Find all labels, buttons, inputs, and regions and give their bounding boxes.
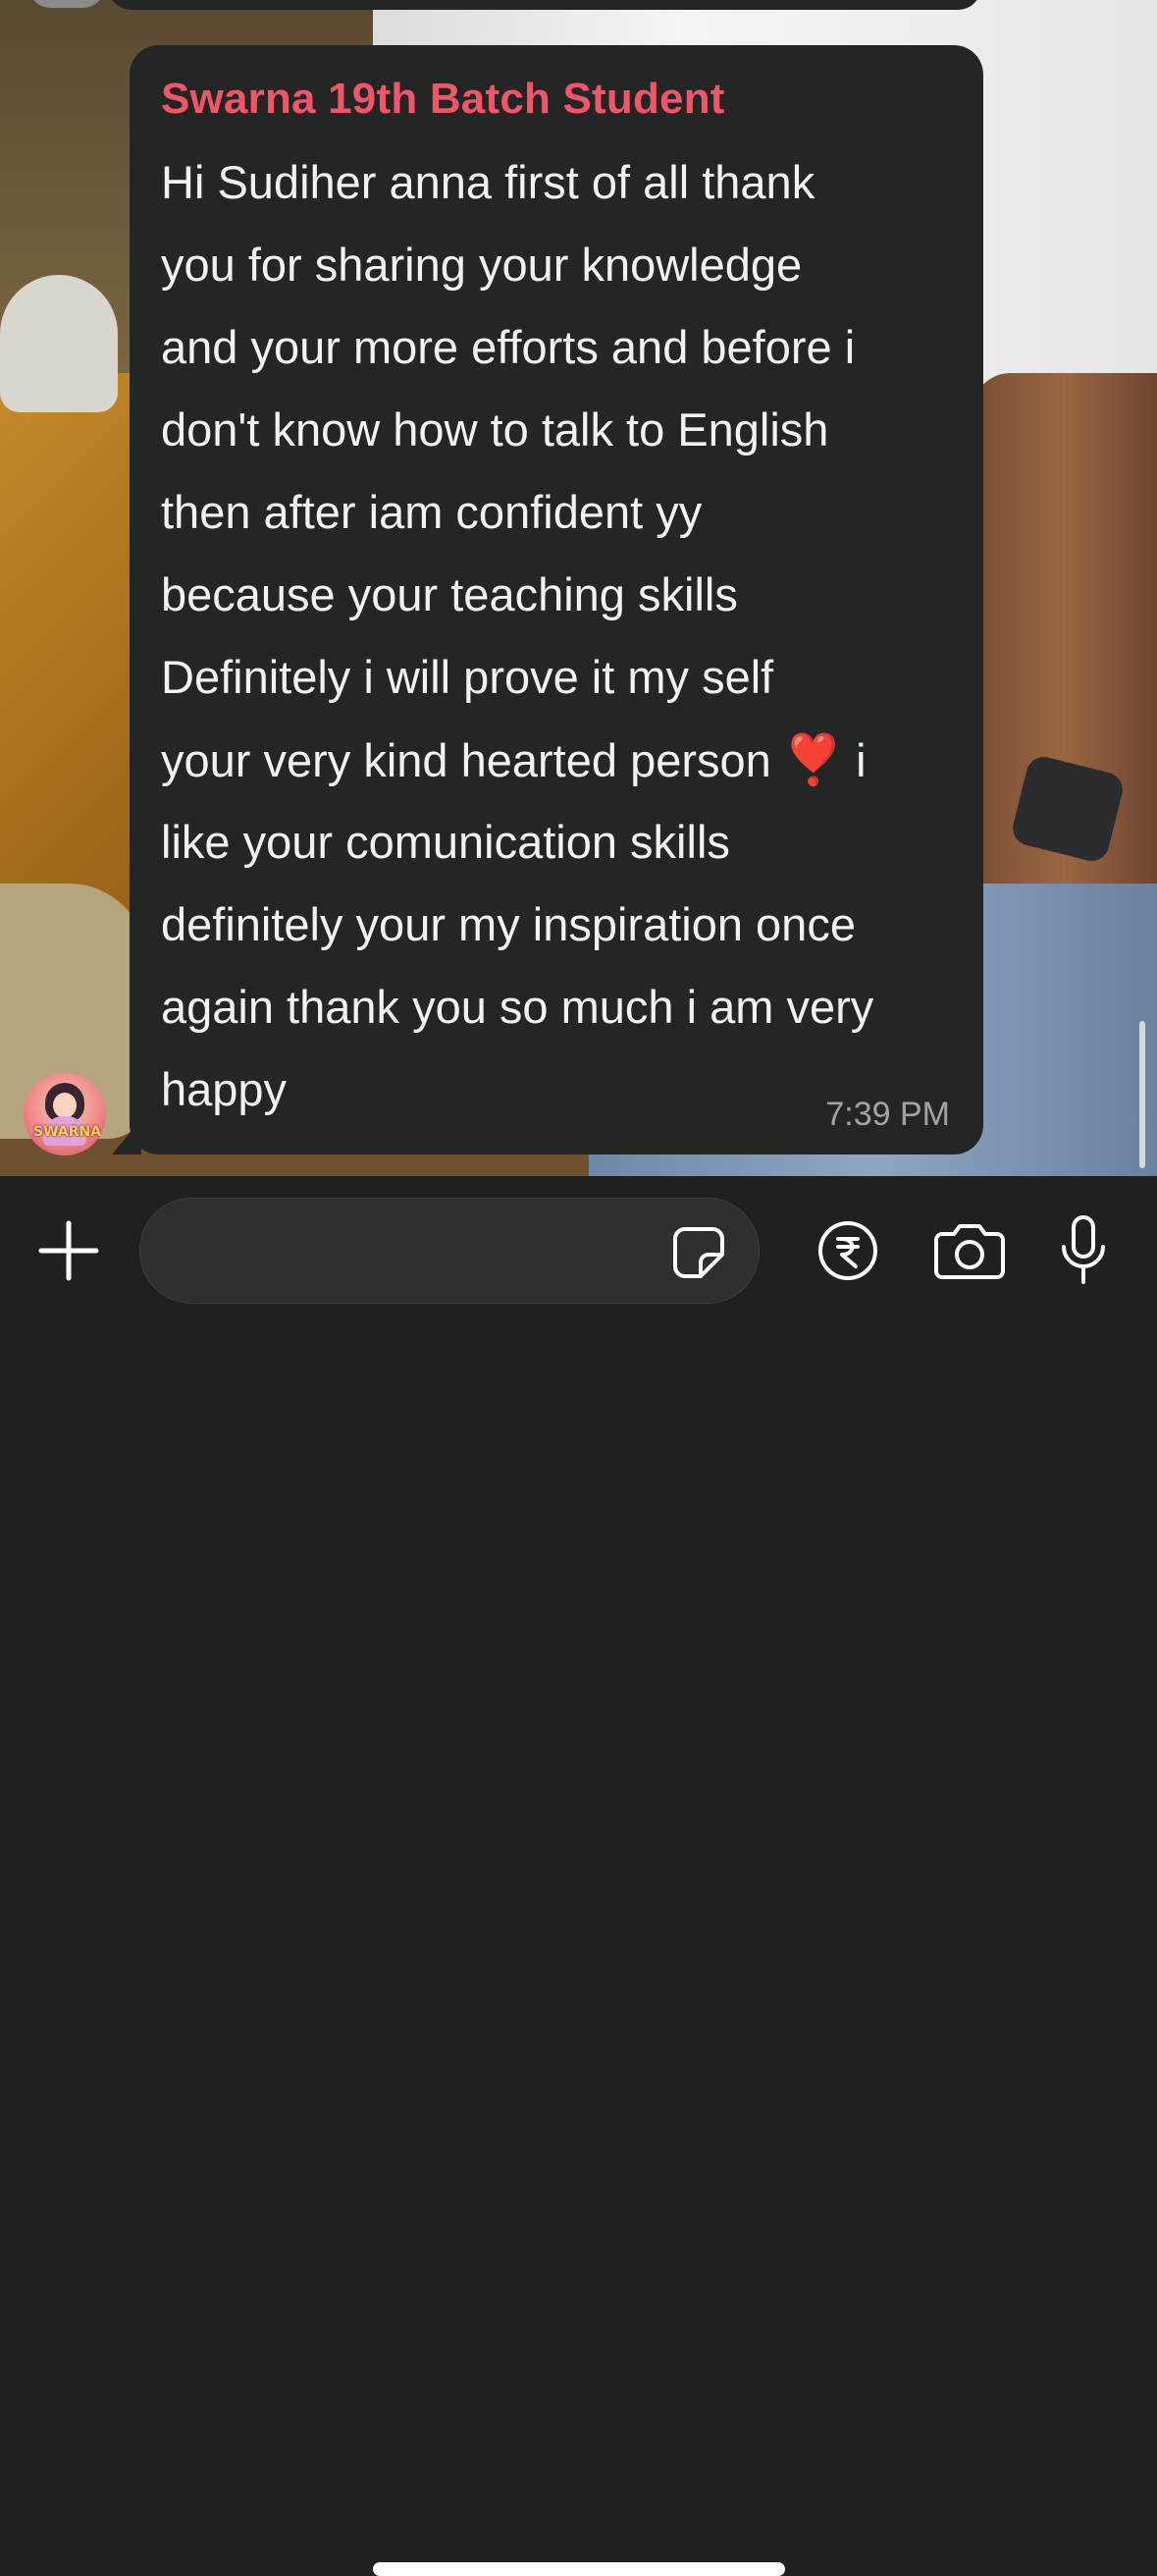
chat-wallpaper: Swarna 19th Batch Student Hi Sudiher ann… bbox=[0, 0, 1157, 1176]
message-line: and your more efforts and before i bbox=[161, 321, 856, 373]
message-line-with-emoji: your very kind hearted person ❣️ i bbox=[161, 719, 966, 801]
heart-emoji-icon: ❣️ bbox=[782, 732, 845, 787]
scrollbar[interactable] bbox=[1139, 1021, 1145, 1168]
avatar-label: SWARNA bbox=[33, 1124, 102, 1140]
message-composer bbox=[0, 1176, 1157, 2576]
message-timestamp: 7:39 PM bbox=[825, 1096, 950, 1133]
message-line: because your teaching skills bbox=[161, 568, 738, 620]
message-line: don't know how to talk to English bbox=[161, 403, 829, 456]
message-line: Hi Sudiher anna first of all thank bbox=[161, 156, 815, 208]
plus-icon[interactable] bbox=[33, 1215, 104, 1286]
message-line-text: your very kind hearted person bbox=[161, 734, 771, 786]
message-text: Hi Sudiher anna first of all thank you f… bbox=[161, 141, 966, 1131]
message-line: Definitely i will prove it my self bbox=[161, 651, 774, 703]
home-indicator[interactable] bbox=[373, 2562, 785, 2576]
message-line: definitely your my inspiration once bbox=[161, 898, 856, 950]
message-bubble[interactable]: Swarna 19th Batch Student Hi Sudiher ann… bbox=[130, 45, 983, 1154]
previous-avatar bbox=[27, 0, 106, 8]
mic-icon[interactable] bbox=[1058, 1213, 1109, 1288]
sender-name[interactable]: Swarna 19th Batch Student bbox=[161, 75, 725, 124]
message-line: then after iam confident yy bbox=[161, 486, 703, 538]
message-input[interactable] bbox=[139, 1198, 760, 1304]
rupee-icon[interactable] bbox=[816, 1219, 879, 1282]
previous-message-bubble[interactable] bbox=[108, 0, 981, 10]
sticker-icon[interactable] bbox=[670, 1224, 727, 1281]
message-line-suffix: i bbox=[856, 734, 867, 786]
camera-icon[interactable] bbox=[932, 1219, 1007, 1282]
message-line: again thank you so much i am very bbox=[161, 981, 874, 1033]
avatar-face bbox=[53, 1093, 77, 1118]
message-line: like your comunication skills bbox=[161, 816, 730, 868]
message-line: you for sharing your knowledge bbox=[161, 239, 803, 291]
wallpaper-chair bbox=[0, 275, 118, 412]
sender-avatar[interactable]: SWARNA bbox=[24, 1073, 106, 1155]
